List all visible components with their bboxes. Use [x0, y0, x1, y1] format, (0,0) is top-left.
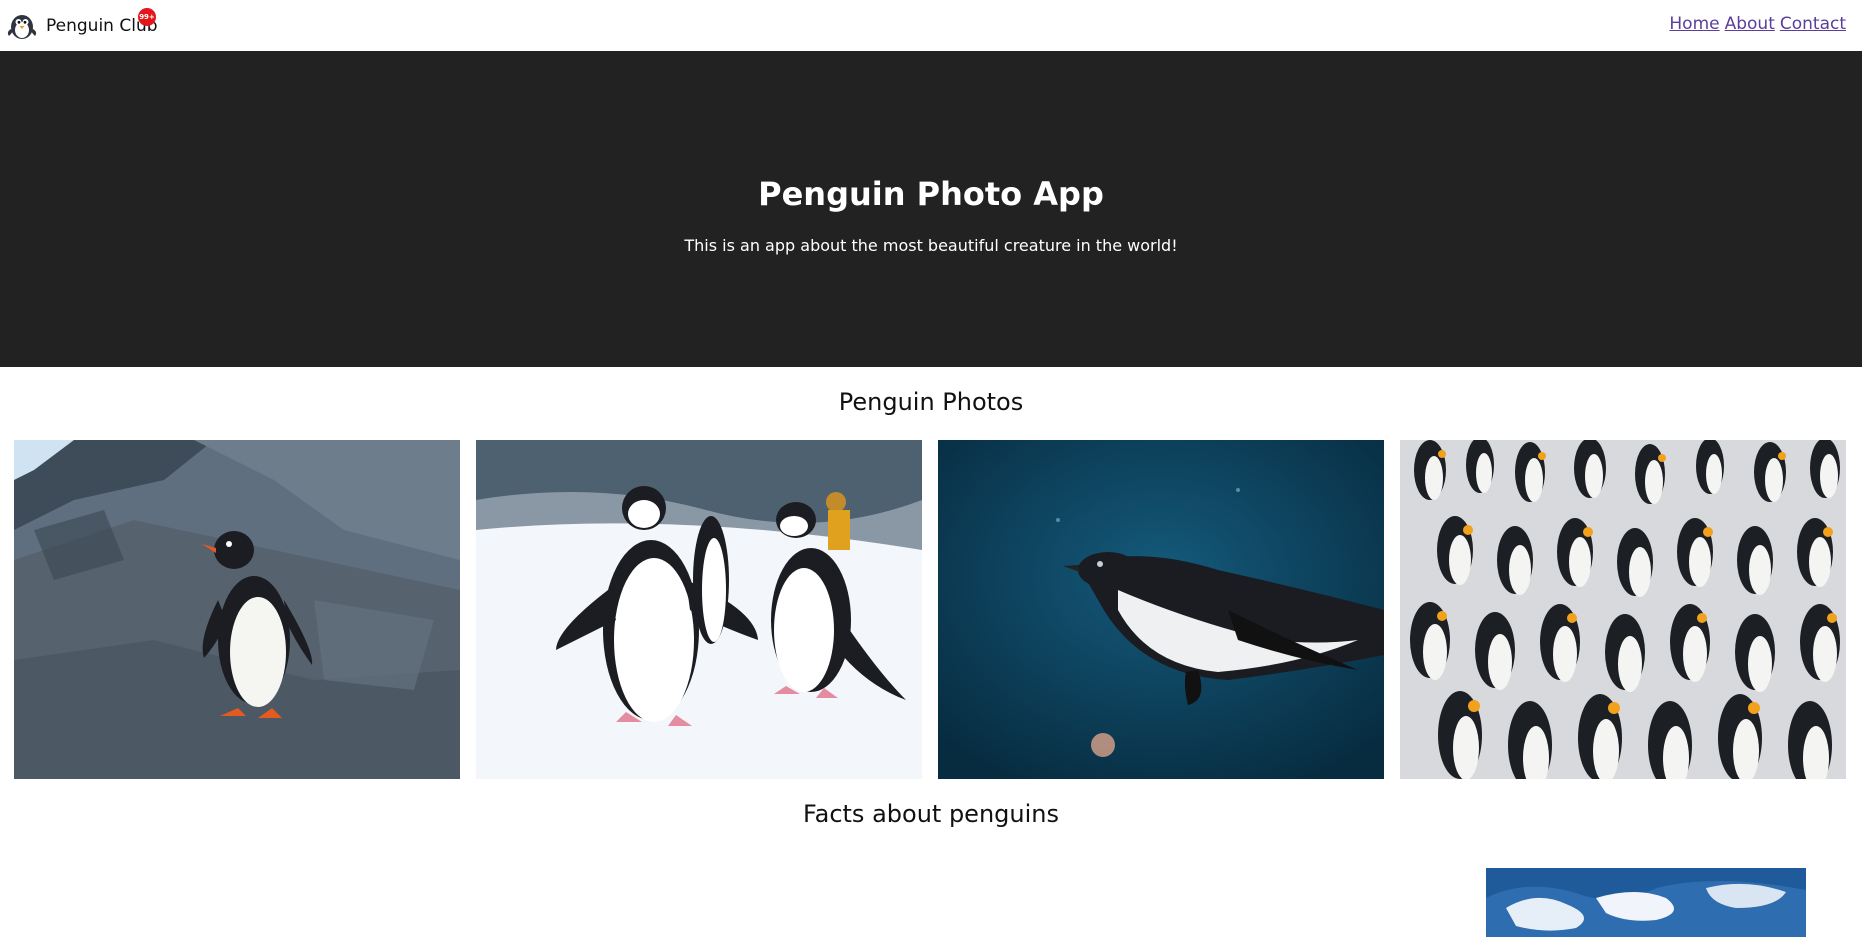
penguin-photo-snow[interactable]	[476, 440, 922, 779]
penguin-photo-underwater[interactable]	[938, 440, 1384, 779]
photos-section-title: Penguin Photos	[838, 388, 1024, 416]
penguin-photo-colony[interactable]	[1400, 440, 1846, 779]
navbar: Penguin Club 99+ Home About Contact	[0, 0, 1862, 51]
facts-section-title: Facts about penguins	[803, 800, 1059, 828]
photo-gallery	[14, 440, 1848, 779]
hero-banner: Penguin Photo App This is an app about t…	[0, 51, 1862, 367]
penguin-photo-rock[interactable]	[14, 440, 460, 779]
hero-subtitle: This is an app about the most beautiful …	[684, 236, 1178, 255]
nav-links: Home About Contact	[1669, 14, 1846, 34]
notification-badge: 99+	[138, 8, 156, 26]
hero-title: Penguin Photo App	[758, 175, 1104, 213]
brand[interactable]: Penguin Club	[6, 10, 158, 40]
penguin-logo-icon	[6, 10, 38, 40]
nav-link-home[interactable]: Home	[1669, 14, 1719, 34]
nav-link-about[interactable]: About	[1725, 14, 1775, 34]
nav-link-contact[interactable]: Contact	[1780, 14, 1846, 34]
fact-photo-sky	[1486, 868, 1806, 937]
